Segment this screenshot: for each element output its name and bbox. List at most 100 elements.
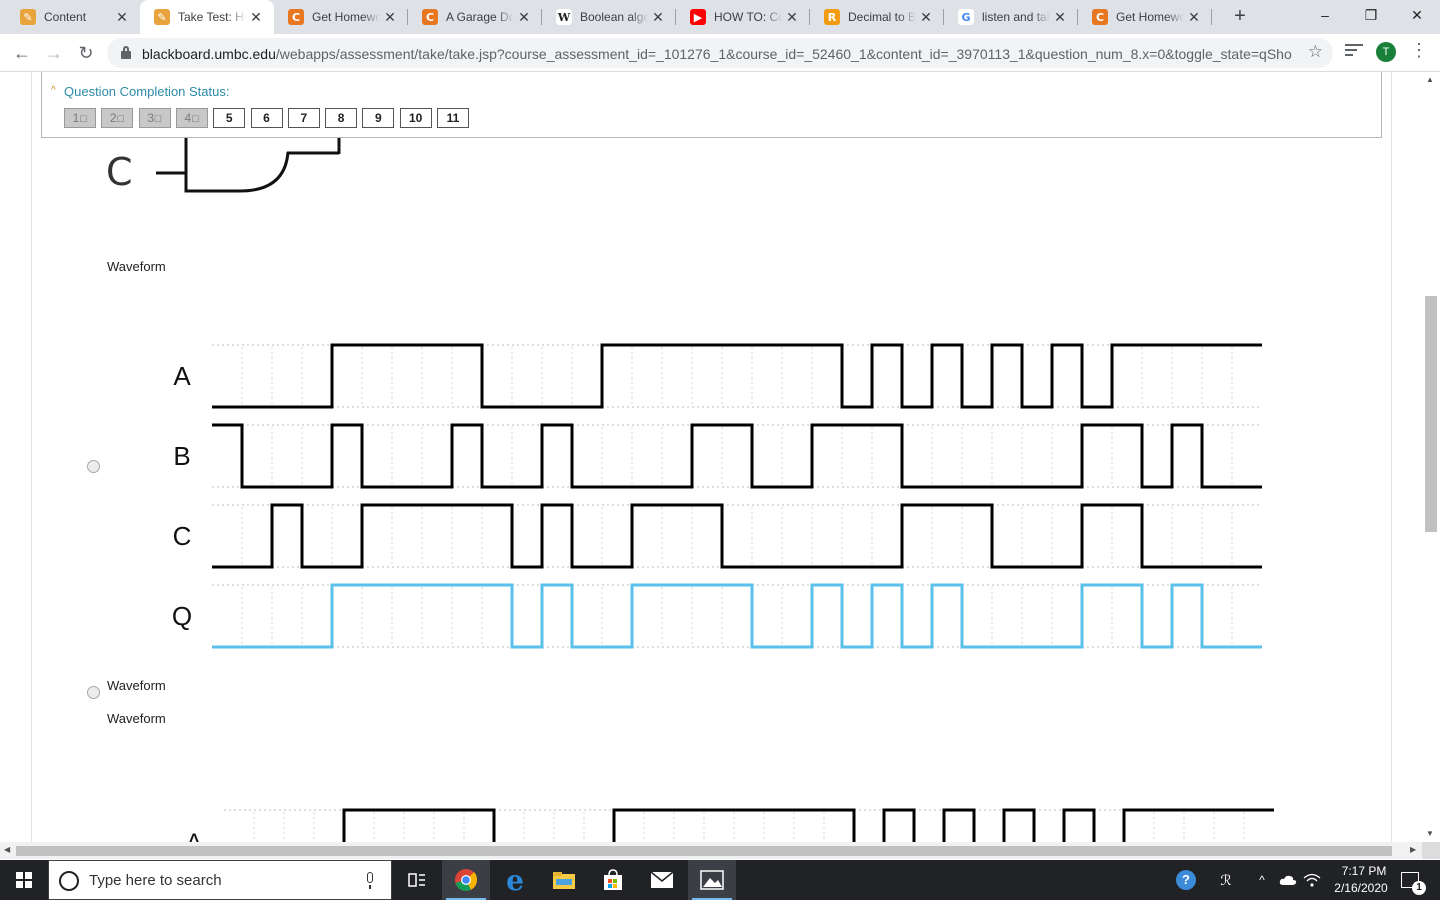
chrome-icon [455,869,478,891]
close-tab-icon[interactable]: ✕ [1050,9,1070,26]
waveform-trace-a-second [342,808,1274,842]
lock-icon [121,46,131,59]
windows-taskbar: Type here to search e ? ℛ ^ 1 [0,860,1440,900]
restore-button[interactable]: ❐ [1348,0,1394,30]
address-bar[interactable]: blackboard.umbc.edu/webapps/assessment/t… [107,38,1333,68]
people-icon[interactable]: ℛ [1206,860,1246,900]
question-nav-button[interactable]: 1☐ [64,108,96,128]
close-tab-icon[interactable]: ✕ [1184,9,1204,26]
folder-icon [553,872,575,889]
microphone-icon[interactable] [365,872,375,890]
waveform-trace-b [212,423,1262,489]
clock-date[interactable]: 2/16/2020 [1326,881,1396,895]
notifications-icon[interactable]: 1 [1394,860,1426,900]
question-nav-button[interactable]: 4☐ [175,108,208,128]
media-control-icon[interactable] [1345,44,1363,60]
chegg-icon: C [288,9,304,25]
cortana-circle-icon [59,871,79,891]
notification-badge: 1 [1412,881,1426,895]
scroll-right-icon[interactable]: ▶ [1410,845,1416,854]
file-explorer-taskbar-icon[interactable] [540,860,588,900]
status-title[interactable]: Question Completion Status: [64,84,229,99]
tab-title: Content [44,10,87,24]
tab-title: Get Homework [1116,10,1184,24]
question-nav-button[interactable]: 6 [250,108,283,128]
reload-icon[interactable]: ↻ [72,39,100,67]
new-tab-button[interactable]: + [1228,4,1252,28]
signal-label-c: C [173,521,192,551]
question-nav-button[interactable]: 3☐ [138,108,171,128]
scroll-up-icon[interactable]: ▲ [1426,75,1434,84]
profile-avatar[interactable]: T [1376,42,1396,62]
close-tab-icon[interactable]: ✕ [648,9,668,26]
vertical-scroll-thumb[interactable] [1425,296,1437,532]
horizontal-scrollbar[interactable]: ◀ ▶ [0,842,1422,859]
clock-time[interactable]: 7:17 PM [1334,864,1394,878]
browser-tab[interactable]: C Get Homework✕ [1078,0,1212,34]
collapse-chevron-icon[interactable]: ^ [51,85,56,96]
close-tab-icon[interactable]: ✕ [916,9,936,26]
answer-radio-option[interactable] [87,686,100,699]
help-tray-icon[interactable]: ? [1162,860,1210,900]
question-nav-button[interactable]: 11 [437,108,469,128]
waveform-label: Waveform [107,711,166,726]
browser-tab[interactable]: Glisten and talk ✕ [944,0,1078,34]
browser-tab[interactable]: C Get Homework✕ [274,0,408,34]
waveform-trace-c [212,503,1262,569]
question-nav-button[interactable]: 2☐ [101,108,134,128]
edge-icon: e [506,863,524,897]
saved-page-icon: ☐ [116,114,125,124]
tab-title: Get Homework [312,10,380,24]
close-tab-icon[interactable]: ✕ [246,9,266,26]
close-tab-icon[interactable]: ✕ [112,9,132,26]
question-nav-button[interactable]: 9 [362,108,395,128]
chegg-icon: C [1092,9,1108,25]
chevron-up-icon[interactable]: ^ [1248,860,1276,900]
tab-separator [1211,9,1212,25]
saved-page-icon: ☐ [79,114,88,124]
scroll-left-icon[interactable]: ◀ [4,845,10,854]
wikipedia-icon: W [556,9,572,25]
start-button[interactable] [0,860,48,900]
tab-strip: ✎Content✕✎Take Test: Homework✕CGet Homew… [0,0,1440,34]
close-tab-icon[interactable]: ✕ [782,9,802,26]
store-taskbar-icon[interactable] [589,860,637,900]
menu-dots-icon[interactable]: ⋮ [1410,40,1428,64]
close-tab-icon[interactable]: ✕ [380,9,400,26]
bookmark-star-icon[interactable]: ☆ [1308,42,1323,62]
scroll-down-icon[interactable]: ▼ [1426,829,1434,838]
question-nav-button[interactable]: 5 [213,108,246,128]
browser-tab[interactable]: ✎ Content ✕ [6,0,140,34]
url-text[interactable]: blackboard.umbc.edu/webapps/assessment/t… [142,46,1292,62]
question-nav-button[interactable]: 8 [325,108,358,128]
task-view-icon[interactable] [393,860,441,900]
browser-tab[interactable]: C A Garage Door✕ [408,0,542,34]
chrome-taskbar-icon[interactable] [442,860,490,900]
browser-tab[interactable]: ✎ Take Test: Homework✕ [140,0,274,34]
question-mark-icon: ? [1176,870,1196,890]
back-arrow-icon[interactable]: ← [8,39,36,67]
forward-arrow-icon[interactable]: → [40,39,68,67]
taskbar-search-box[interactable]: Type here to search [48,860,392,900]
close-tab-icon[interactable]: ✕ [514,9,534,26]
browser-toolbar: ← → ↻ blackboard.umbc.edu/webapps/assess… [0,34,1440,72]
browser-tab[interactable]: ▶ HOW TO: Convert✕ [676,0,810,34]
browser-tab[interactable]: W Boolean algebra✕ [542,0,676,34]
mail-taskbar-icon[interactable] [638,860,686,900]
tab-title: HOW TO: Convert [714,10,782,24]
waveform-trace-q [212,583,1262,649]
question-nav-button[interactable]: 10 [399,108,432,128]
question-nav-button[interactable]: 7 [287,108,320,128]
question-completion-status: ^ Question Completion Status: 1☐ 2☐ 3☐ 4☐ 5 6… [41,72,1382,138]
signal-label-a-second: A [186,829,202,842]
close-window-button[interactable]: ✕ [1394,0,1440,30]
wifi-icon[interactable] [1298,860,1326,900]
mail-icon [650,871,674,888]
content-border-right [1391,72,1392,842]
minimize-button[interactable]: – [1302,0,1348,30]
horizontal-scroll-thumb[interactable] [16,846,1392,856]
browser-tab[interactable]: R Decimal to Binary✕ [810,0,944,34]
answer-radio-option[interactable] [87,460,100,473]
edge-taskbar-icon[interactable]: e [491,860,539,900]
photos-taskbar-icon[interactable] [688,860,736,900]
